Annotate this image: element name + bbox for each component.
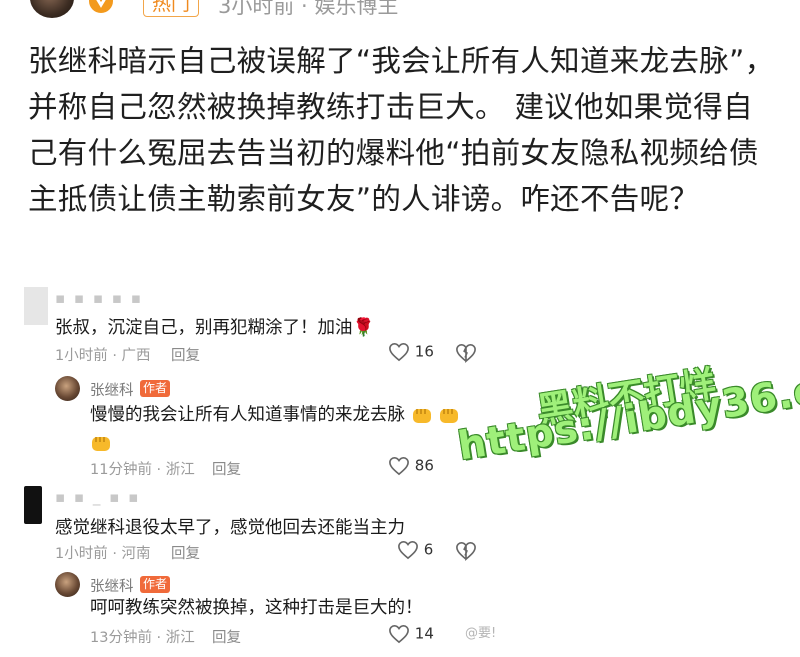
reply-text: 呵呵教练突然被换掉，这种打击是巨大的！ [90,598,423,618]
fist-emoji-icon [90,433,112,453]
comment-text: 感觉继科退役太早了，感觉他回去还能当主力 [55,518,405,538]
commenter-avatar[interactable] [24,486,42,524]
heart-icon [388,624,410,644]
comment-meta: 1小时前 · 河南 [55,546,151,562]
comment-meta: 1小时前 · 广西 [55,348,151,364]
post-meta: 3小时前 · 娱乐博主 [218,0,399,18]
like-button[interactable]: 86 [388,456,434,476]
commenter-name[interactable]: ▪ ▪ ▪ ▪ ▪ [55,289,143,307]
author-avatar[interactable] [55,572,80,597]
author-tag: 作者 [140,380,171,397]
reply-button[interactable]: 回复 [171,542,200,563]
reply-button[interactable]: 回复 [212,626,241,647]
broken-heart-icon [455,342,477,363]
dislike-button[interactable] [455,342,477,363]
fist-emoji-icon [411,405,433,425]
fist-emoji-icon [438,405,460,425]
like-count: 16 [414,342,434,361]
verified-badge-icon [86,0,116,16]
heart-icon [397,540,419,560]
like-button[interactable]: 16 [388,342,434,362]
heart-icon [388,342,410,362]
reply-button[interactable]: 回复 [171,344,200,365]
hot-tag: 热门 [143,0,200,17]
commenter-name[interactable]: ▪ ▪ _ ▪ ▪ [55,488,140,506]
dislike-button[interactable] [455,540,477,561]
reply-text-line: 慢慢的我会让所有人知道事情的来龙去脉 [90,405,405,425]
reply-text: 慢慢的我会让所有人知道事情的来龙去脉 [90,401,490,457]
like-count: 14 [414,624,434,643]
like-count: 6 [423,540,434,559]
post-body: 张继科暗示自己被误解了“我会让所有人知道来龙去脉”，并称自己忽然被换掉教练打击巨… [28,44,775,216]
poster-avatar[interactable] [30,0,74,18]
image-credit: @要! [465,626,497,641]
like-button[interactable]: 6 [397,540,433,560]
author-avatar[interactable] [55,376,80,401]
reply-meta: 11分钟前 · 浙江 [90,462,195,478]
post-header: 热门 3小时前 · 娱乐博主 [0,0,800,18]
reply-meta: 13分钟前 · 浙江 [90,630,195,646]
author-tag: 作者 [140,576,171,593]
heart-icon [388,456,410,476]
commenter-avatar[interactable] [24,287,48,325]
reply-author-name[interactable]: 张继科 [90,575,134,596]
reply-author-name[interactable]: 张继科 [90,379,134,400]
reply-button[interactable]: 回复 [212,458,241,479]
like-button[interactable]: 14 [388,624,434,644]
like-count: 86 [414,456,434,475]
comment-text: 张叔，沉淀自己，别再犯糊涂了！加油🌹 [55,318,375,338]
broken-heart-icon [455,540,477,561]
